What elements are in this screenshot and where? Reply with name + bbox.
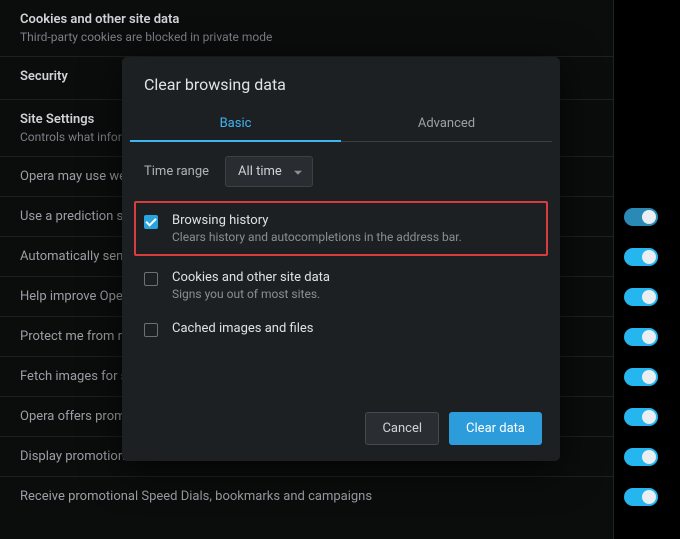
toggle-switch[interactable] xyxy=(624,248,658,266)
select-value: All time xyxy=(238,164,282,179)
clear-browsing-data-dialog: Clear browsing data Basic Advanced Time … xyxy=(122,57,560,461)
setting-label: Opera offers promot xyxy=(20,409,137,424)
toggle-switch[interactable] xyxy=(624,448,658,466)
setting-label: Use a prediction ser xyxy=(20,209,135,224)
option-subtitle: Signs you out of most sites. xyxy=(172,287,538,301)
checkbox-cached[interactable] xyxy=(144,323,158,337)
option-cached[interactable]: Cached images and files xyxy=(136,311,546,348)
toggle-switch[interactable] xyxy=(624,488,658,506)
option-subtitle: Clears history and autocompletions in th… xyxy=(172,230,538,244)
setting-label: Receive promotional Speed Dials, bookmar… xyxy=(20,489,372,504)
option-body: Cookies and other site data Signs you ou… xyxy=(172,270,538,301)
dialog-title: Clear browsing data xyxy=(122,57,560,108)
button-label: Cancel xyxy=(382,421,422,436)
clear-options-list: Browsing history Clears history and auto… xyxy=(122,201,560,356)
time-range-row: Time range All time xyxy=(122,142,560,201)
checkbox-browsing-history[interactable] xyxy=(144,215,158,229)
option-title: Cached images and files xyxy=(172,321,538,336)
tab-label: Advanced xyxy=(418,116,475,131)
option-title: Cookies and other site data xyxy=(172,270,538,285)
checkbox-cookies[interactable] xyxy=(144,272,158,286)
setting-subtitle: Third-party cookies are blocked in priva… xyxy=(20,30,593,44)
option-body: Cached images and files xyxy=(172,321,538,338)
toggle-switch[interactable] xyxy=(624,328,658,346)
setting-label: Help improve Opera xyxy=(20,289,134,304)
option-body: Browsing history Clears history and auto… xyxy=(172,213,538,244)
clear-data-button[interactable]: Clear data xyxy=(449,412,542,445)
dialog-actions: Cancel Clear data xyxy=(365,412,542,445)
tab-basic[interactable]: Basic xyxy=(130,108,341,141)
tab-label: Basic xyxy=(220,116,252,131)
time-range-label: Time range xyxy=(144,164,209,179)
toggle-switch[interactable] xyxy=(624,208,658,226)
option-title: Browsing history xyxy=(172,213,538,228)
toggle-switch[interactable] xyxy=(624,288,658,306)
dialog-tabs: Basic Advanced xyxy=(130,108,552,142)
option-browsing-history[interactable]: Browsing history Clears history and auto… xyxy=(134,201,548,256)
tab-advanced[interactable]: Advanced xyxy=(341,108,552,141)
setting-cookies[interactable]: Cookies and other site data Third-party … xyxy=(0,0,613,56)
cancel-button[interactable]: Cancel xyxy=(365,412,439,445)
time-range-select[interactable]: All time xyxy=(225,156,313,187)
setting-receive-promo[interactable]: Receive promotional Speed Dials, bookmar… xyxy=(0,476,613,516)
option-cookies[interactable]: Cookies and other site data Signs you ou… xyxy=(136,260,546,311)
button-label: Clear data xyxy=(466,421,525,436)
setting-label: Protect me from ma xyxy=(20,329,136,344)
setting-label: Opera may use web xyxy=(20,169,133,184)
toggle-switch[interactable] xyxy=(624,368,658,386)
chevron-down-icon xyxy=(294,170,302,174)
toggle-switch[interactable] xyxy=(624,408,658,426)
setting-title: Cookies and other site data xyxy=(20,12,593,27)
